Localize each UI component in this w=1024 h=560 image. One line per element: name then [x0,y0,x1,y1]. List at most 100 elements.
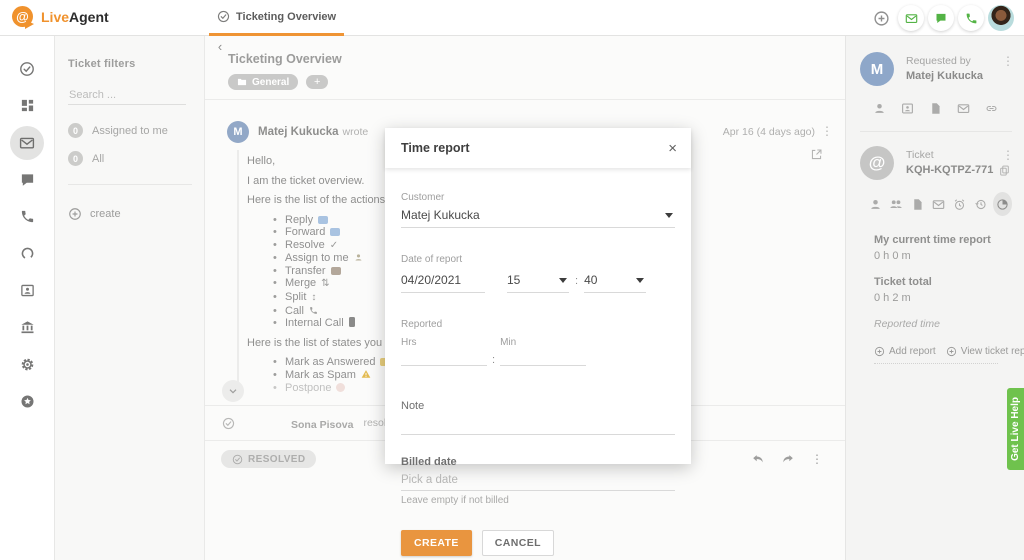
filter-all[interactable]: 0 All [68,151,190,166]
mail-icon[interactable] [930,194,947,215]
more-options-kebab[interactable]: ⋮ [811,452,823,466]
rail-item-contacts[interactable] [0,272,55,309]
time-report-tab-active[interactable] [993,192,1012,216]
open-in-new-icon[interactable] [810,148,823,161]
billed-date-hint: Leave empty if not billed [401,495,675,506]
billed-date-input[interactable]: Pick a date [401,470,675,491]
transfer-icon [331,267,341,275]
ticket-total-value: 0 h 2 m [874,292,1012,304]
date-input[interactable]: 04/20/2021 [401,269,485,293]
gear-icon [20,357,35,372]
message-kebab-menu[interactable]: ⋮ [821,124,833,138]
document-icon[interactable] [909,194,926,215]
rail-item-calls[interactable] [0,198,55,235]
merge-icon: ⇅ [321,278,329,289]
reported-label: Reported [401,319,442,330]
cancel-button[interactable]: CANCEL [482,530,554,556]
ticket-label: Ticket [906,146,1012,161]
requester-avatar: M [860,52,894,86]
check-icon: ✓ [330,240,338,251]
forward-button[interactable] [781,452,795,466]
back-chevron-icon[interactable]: ‹ [213,39,227,54]
brand-agent: Agent [69,9,109,25]
minute-select[interactable]: 40 [584,269,646,293]
check-circle-icon [232,454,243,465]
dialog-title: Time report [401,141,470,155]
rail-item-mail-active[interactable] [0,124,55,161]
requested-by-card: M Requested by Matej Kukucka ⋮ [846,36,1024,132]
rail-item-addons[interactable] [0,383,55,420]
department-tag[interactable]: General [228,74,298,90]
plus-circle-icon [68,207,82,221]
time-separator: : [575,275,578,287]
copy-icon[interactable] [999,165,1010,176]
tab-ticketing-overview[interactable]: Ticketing Overview [209,0,344,36]
folder-icon [237,77,247,87]
date-of-report-label: Date of report [401,254,462,265]
rail-item-dashboard[interactable] [0,87,55,124]
add-report-link[interactable]: Add report [874,346,936,357]
star-circle-icon [20,394,35,409]
rail-item-settings[interactable] [0,346,55,383]
dialog-header: Time report × [385,128,691,168]
email-icon [905,12,918,25]
resolver-name: Sona Pisova [291,419,353,431]
note-input[interactable] [401,414,675,435]
mail-icon[interactable] [953,98,974,119]
bank-icon [20,320,35,335]
billed-date-label: Billed date [401,456,457,468]
document-icon[interactable] [925,98,946,119]
rail-item-chat[interactable] [0,161,55,198]
status-badge-resolved[interactable]: RESOLVED [221,450,316,468]
rail-item-tickets[interactable] [0,50,55,87]
hrs-input[interactable] [401,360,487,366]
add-circle-button[interactable] [868,5,894,31]
contact-card-icon[interactable] [897,98,918,119]
divider [68,184,192,185]
reply-button[interactable] [751,452,765,466]
alarm-icon[interactable] [951,194,968,215]
create-button[interactable]: CREATE [401,530,472,556]
new-chat-button[interactable] [928,5,954,31]
user-avatar[interactable] [988,5,1014,31]
get-live-help-button[interactable]: Get Live Help [1007,388,1024,470]
filters-search-input[interactable] [68,86,186,105]
mail-icon [19,135,35,151]
hour-select[interactable]: 15 [507,269,569,293]
postpone-clock-icon [336,383,345,392]
requester-kebab-menu[interactable]: ⋮ [1002,54,1014,68]
liveagent-logo-icon: @ [12,6,34,28]
assign-person-icon [354,253,363,262]
current-time-report-value: 0 h 0 m [874,250,1012,262]
ticket-kebab-menu[interactable]: ⋮ [1002,148,1014,162]
link-icon[interactable] [981,98,1002,119]
rail-item-company[interactable] [0,309,55,346]
close-icon[interactable]: × [668,141,677,156]
people-icon[interactable] [888,194,905,215]
message-avatar: M [227,121,249,143]
ticket-details-panel: M Requested by Matej Kukucka ⋮ @ Ticket … [845,36,1024,560]
sidebar-rail [0,36,55,560]
dashboard-grid-icon [20,98,35,113]
min-input[interactable] [500,360,586,366]
reported-separator: : [492,354,495,366]
filter-assigned-to-me[interactable]: 0 Assigned to me [68,123,190,138]
create-filter-button[interactable]: create [68,207,190,221]
add-tag-button[interactable]: + [306,75,328,89]
view-ticket-reports-link[interactable]: View ticket reports [946,346,1024,357]
new-call-button[interactable] [958,5,984,31]
ticket-code: KQH-KQTPZ-771 [906,164,1012,176]
customer-select[interactable]: Matej Kukucka [401,205,675,228]
new-email-button[interactable] [898,5,924,31]
person-icon[interactable] [869,98,890,119]
liveagent-app: @ Live Agent Ticketing Overview [0,0,1024,560]
history-icon[interactable] [972,194,989,215]
current-time-report-label: My current time report [874,234,1012,246]
phone-icon [965,12,978,25]
ticket-filters-panel: Ticket filters 0 Assigned to me 0 All cr… [55,36,205,560]
phone-icon [20,209,35,224]
person-icon[interactable] [867,194,884,215]
chevron-down-icon [636,278,644,283]
expand-message-button[interactable] [222,380,244,402]
rail-item-loop[interactable] [0,235,55,272]
